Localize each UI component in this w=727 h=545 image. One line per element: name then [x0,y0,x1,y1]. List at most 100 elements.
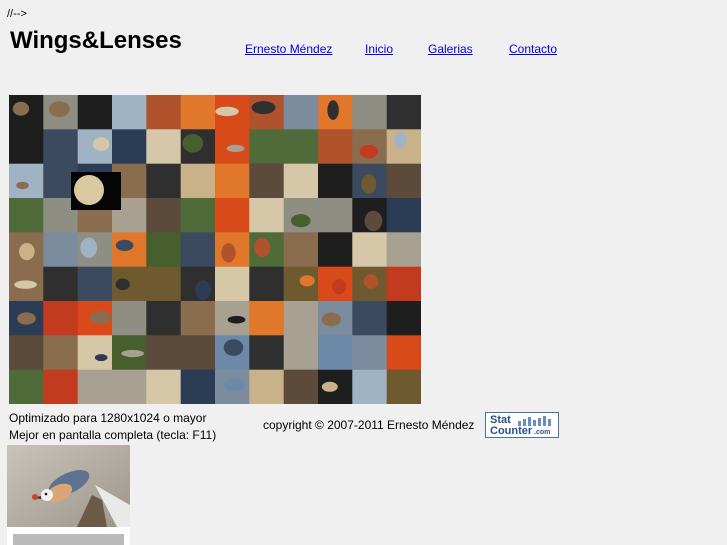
mosaic-tile-detail [226,144,245,152]
mosaic-tile-detail [115,278,130,291]
photo-mosaic-grid [9,95,421,404]
mosaic-tile [9,198,44,233]
mosaic-tile-detail [254,237,271,257]
mosaic-tile [180,369,216,404]
mosaic-tile-detail [12,101,30,116]
mosaic-tile-detail [92,137,110,151]
mosaic-tile [386,301,421,336]
statcounter-line2: Counter [490,425,533,437]
nav-link-contacto[interactable]: Contacto [509,42,557,56]
mosaic-tile-detail [16,181,29,190]
mosaic-tile-detail [394,131,407,149]
mosaic-tile-detail [14,280,37,289]
mosaic-tile [386,198,421,233]
mosaic-tile [318,163,353,199]
mosaic-tile [352,369,388,404]
mosaic-tile-detail [227,315,246,324]
mosaic-tile-detail [121,349,144,358]
mosaic-tile [146,163,182,199]
fullscreen-note: Mejor en pantalla completa (tecla: F11) [9,428,217,442]
html-comment-artifact: //--> [7,8,27,20]
mosaic-tile [180,301,216,336]
nuthatch-photo[interactable] [7,445,130,545]
nav-link-ernesto-mendez[interactable]: Ernesto Méndez [245,42,332,56]
mosaic-tile-detail [299,275,315,287]
mosaic-tile [9,129,44,165]
mosaic-tile-detail [182,134,204,153]
mosaic-tile [386,335,421,371]
mosaic-tile [352,335,388,371]
mosaic-tile [283,335,319,371]
mosaic-tile [77,95,113,130]
nav-link-inicio[interactable]: Inicio [365,42,393,56]
mosaic-tile [249,266,285,302]
mosaic-tile [386,232,421,268]
mosaic-tile [215,198,250,233]
mosaic-tile [146,95,182,130]
mosaic-tile [249,335,285,371]
mosaic-tile [43,129,79,165]
mosaic-tile [77,335,113,371]
mosaic-tile-detail [221,243,236,263]
mosaic-tile [249,198,285,233]
copyright-text: copyright © 2007-2011 Ernesto Méndez [263,418,475,432]
mosaic-tile [386,266,421,302]
mosaic-tile [352,301,388,336]
mosaic-tile [283,129,319,165]
mosaic-tile [283,95,319,130]
mosaic-tile [112,95,147,130]
mosaic-tile [180,232,216,268]
statcounter-domain: .com [534,429,551,436]
mosaic-tile-detail [215,106,239,117]
mosaic-tile [249,163,285,199]
mosaic-tile [112,129,147,165]
mosaic-tile [9,369,44,404]
mosaic-tile-detail [392,111,413,121]
optimized-resolution-note: Optimizado para 1280x1024 o mayor [9,411,207,425]
mosaic-tile-detail [291,214,311,228]
mosaic-tile [283,301,319,336]
mosaic-tile [43,266,79,302]
mosaic-tile [43,301,79,336]
mosaic-tile [318,129,353,165]
mosaic-tile-detail [359,144,379,159]
mosaic-tile [77,266,113,302]
mosaic-tile [43,335,79,371]
mosaic-tile-detail [251,101,276,115]
mosaic-tile-detail [223,339,244,356]
mosaic-tile [318,335,353,371]
site-title: Wings&Lenses [10,27,182,54]
nav-link-galerias[interactable]: Galerias [428,42,473,56]
mosaic-tile [146,232,182,268]
mosaic-tile [77,369,113,404]
mosaic-tile [352,95,388,130]
mosaic-tile [112,369,147,404]
mosaic-tile-detail [224,378,245,392]
mosaic-tile [386,163,421,199]
photo-mosaic[interactable] [9,95,421,404]
mosaic-tile-detail [115,239,134,251]
mosaic-tile [249,129,285,165]
mosaic-tile [318,198,353,233]
mosaic-tile [146,198,182,233]
bird-photo-image [7,445,130,545]
mosaic-tile [9,335,44,371]
mosaic-tile [112,301,147,336]
mosaic-tile-detail [195,280,211,300]
mosaic-tile-detail [48,101,70,118]
mosaic-tile-detail [321,381,338,392]
mosaic-tile [146,301,182,336]
mosaic-tile-detail [327,100,339,120]
mosaic-tile [9,163,44,199]
mosaic-tile [215,163,250,199]
mosaic-tile [386,369,421,404]
mosaic-tile-detail [94,354,108,362]
mosaic-tile [283,369,319,404]
mosaic-tile [215,266,250,302]
mosaic-tile [146,266,182,302]
mosaic-tile [180,95,216,130]
mosaic-tile [283,232,319,268]
mosaic-tile-detail [80,237,98,258]
statcounter-badge[interactable]: Stat Counter .com [485,412,559,438]
mosaic-tile [146,369,182,404]
